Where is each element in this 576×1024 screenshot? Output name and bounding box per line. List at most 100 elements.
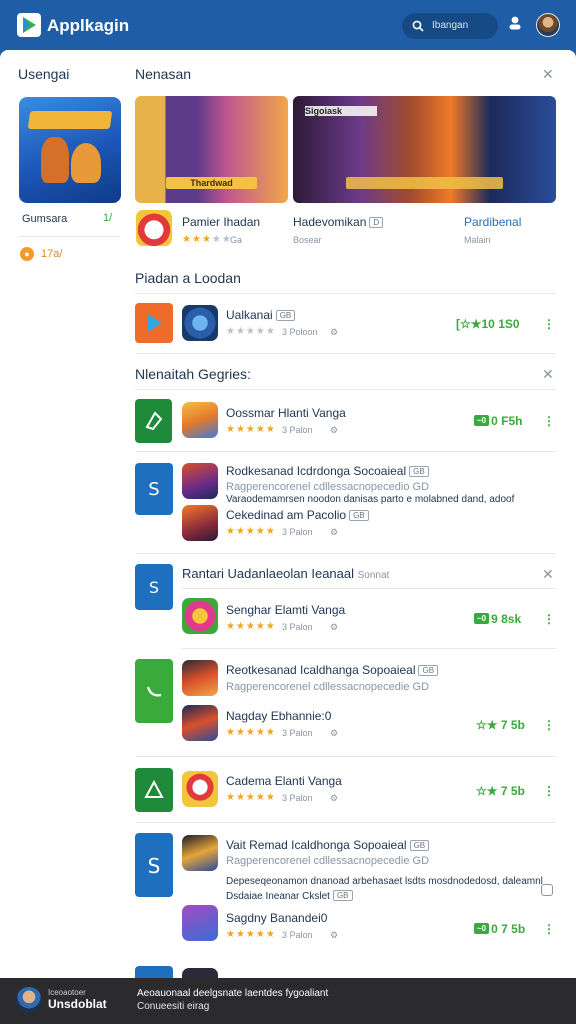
category-icon[interactable] <box>135 303 173 343</box>
app-icon[interactable] <box>182 598 218 634</box>
svg-text:S: S <box>148 854 161 878</box>
sidebar-item-label[interactable]: Gumsara <box>22 213 67 225</box>
app-subtitle: Ragperencorenel cdllessacnopecedio GD <box>226 481 430 493</box>
app-icon[interactable] <box>182 402 218 438</box>
app-price[interactable]: ~0 0 7 5b <box>474 922 525 936</box>
link-icon: S <box>148 479 159 500</box>
more-icon[interactable]: ⋮ <box>543 784 555 798</box>
featured-item-sub: Bosear <box>293 235 322 245</box>
app-icon[interactable] <box>182 705 218 741</box>
coin-icon: ● <box>20 247 34 261</box>
settings-icon: ⚙ <box>330 930 339 940</box>
app-price[interactable]: ☆★ 7 5b <box>476 718 525 732</box>
close-icon[interactable]: ✕ <box>542 66 554 83</box>
more-icon[interactable]: ⋮ <box>543 317 555 331</box>
bottom-notification-bar[interactable]: Iceoaotoer Unsdoblat Aeoauonaal deelgsna… <box>0 978 576 1024</box>
app-icon[interactable] <box>182 505 218 541</box>
app-title[interactable]: Nagday Ebhannie:0 <box>226 709 331 723</box>
featured-image-1[interactable]: Thardwad <box>135 96 288 203</box>
app-price[interactable]: [☆★10 1S0 <box>456 317 520 331</box>
sidebar-item-count: 1/ <box>103 212 113 224</box>
category-icon[interactable]: S <box>135 463 173 515</box>
featured-image-banner <box>345 177 504 189</box>
category-icon[interactable] <box>135 399 172 443</box>
size-pill: GB <box>409 466 429 477</box>
divider <box>182 648 556 649</box>
app-title[interactable]: Ualkanai GB <box>226 308 296 322</box>
app-title[interactable]: Rodkesanad Icdrdonga Socoaieal GB <box>226 464 429 478</box>
app-meta: 3 Palon <box>282 425 313 435</box>
price-tag: ~0 <box>474 415 490 426</box>
rating-stars: ★★★★★ <box>226 929 276 940</box>
category-icon[interactable] <box>135 768 173 812</box>
app-icon[interactable] <box>182 968 218 978</box>
featured-item-name[interactable]: Pardibenal <box>464 215 521 229</box>
more-icon[interactable]: ⋮ <box>543 718 555 732</box>
featured-item-name[interactable]: Hadevomikan D <box>293 215 384 229</box>
section-title: Piadan a Loodan <box>135 270 241 286</box>
app-icon[interactable] <box>182 305 218 341</box>
app-icon[interactable] <box>136 210 172 246</box>
app-extra[interactable]: Cekedinad am Pacolio GB <box>226 508 369 522</box>
category-icon[interactable] <box>135 659 173 723</box>
featured-title: Nenasan <box>135 66 192 82</box>
app-price[interactable]: ~0 0 F5h <box>474 414 522 428</box>
sidebar-divider <box>18 236 120 237</box>
pin-icon <box>145 411 163 431</box>
app-icon[interactable] <box>182 905 218 941</box>
app-icon[interactable] <box>182 835 218 871</box>
divider <box>135 451 556 452</box>
app-icon[interactable] <box>182 660 218 696</box>
app-icon[interactable] <box>182 463 218 499</box>
user-avatar[interactable] <box>536 13 560 37</box>
top-bar: Applkagin Ibangan <box>0 0 576 50</box>
link-icon: S <box>148 854 161 878</box>
avatar[interactable] <box>16 987 42 1013</box>
app-title[interactable]: Vait Remad Icaldhonga Sopoaieal GB <box>226 838 430 852</box>
notification-user: Unsdoblat <box>48 997 107 1011</box>
expand-icon[interactable] <box>541 884 553 896</box>
size-pill: GB <box>409 840 430 851</box>
app-icon[interactable] <box>182 771 218 807</box>
app-title: Applkagin <box>47 16 130 35</box>
app-meta: 3 Palon <box>282 622 313 632</box>
rating-stars: ★★★★★ <box>226 727 276 738</box>
account-button[interactable] <box>508 15 522 36</box>
more-icon[interactable]: ⋮ <box>543 414 555 428</box>
search-box[interactable]: Ibangan <box>402 13 498 39</box>
app-title[interactable]: Senghar Elamti Vanga <box>226 603 345 617</box>
app-title[interactable]: Oossmar Hlanti Vanga <box>226 406 346 420</box>
play-icon <box>148 314 162 332</box>
search-placeholder: Ibangan <box>432 20 469 31</box>
app-price[interactable]: ~0 9 8sk <box>474 612 521 626</box>
app-title[interactable]: Cadema Elanti Vanga <box>226 774 342 788</box>
close-icon[interactable]: ✕ <box>542 566 554 583</box>
category-icon[interactable] <box>135 966 173 978</box>
divider <box>135 353 556 354</box>
close-icon[interactable]: ✕ <box>542 366 554 383</box>
category-icon[interactable]: S <box>135 833 173 897</box>
section-title: Nlenaitah Gegries: <box>135 366 251 382</box>
more-icon[interactable]: ⋮ <box>543 922 555 936</box>
divider <box>135 756 556 757</box>
divider <box>135 553 556 554</box>
app-title[interactable]: Reotkesanad Icaldhanga Sopoaieal GB <box>226 663 439 677</box>
sidebar-badge-text[interactable]: 17a/ <box>41 248 62 260</box>
divider <box>182 588 556 589</box>
settings-icon: ⚙ <box>330 793 339 803</box>
sidebar-game-thumbnail[interactable] <box>19 97 121 203</box>
app-title[interactable]: Sagdny Banandei0 <box>226 911 327 925</box>
more-icon[interactable]: ⋮ <box>543 612 555 626</box>
app-price[interactable]: ☆★ 7 5b <box>476 784 525 798</box>
category-icon[interactable]: S <box>135 564 173 610</box>
rating-stars: ★★★★★ <box>226 326 276 337</box>
divider <box>135 293 556 294</box>
app-meta: 3 Palon <box>282 930 313 940</box>
featured-item-name[interactable]: Pamier Ihadan <box>182 215 260 229</box>
rating-stars: ★★★★★ <box>226 526 276 537</box>
thumbnail-character <box>71 143 101 183</box>
rating-stars: ★★★★★ <box>226 621 276 632</box>
featured-image-2[interactable]: Sigoiask <box>293 96 556 203</box>
app-logo[interactable] <box>17 13 41 37</box>
settings-icon: ⚙ <box>330 327 339 337</box>
